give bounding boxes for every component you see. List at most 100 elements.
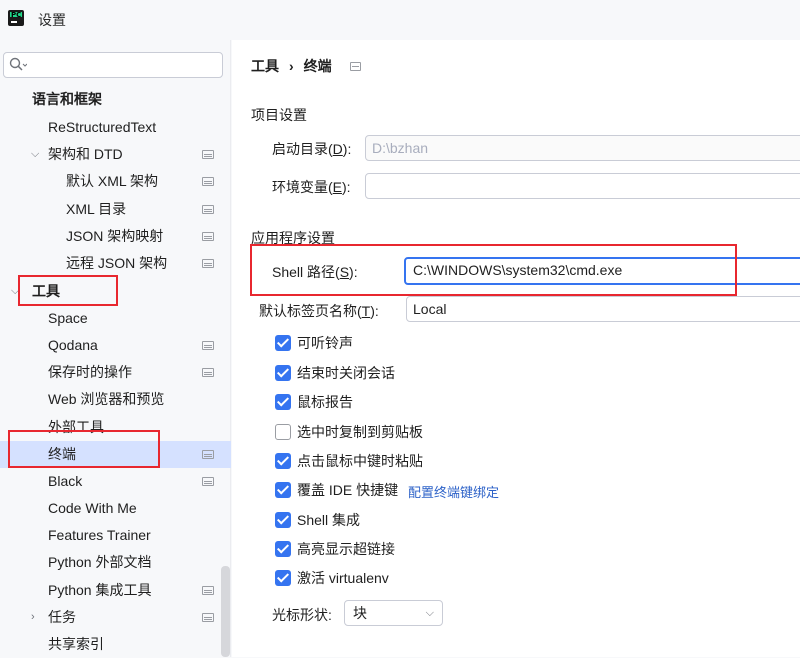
title-bar: PC 设置: [0, 0, 800, 40]
chevron-down-icon: ⌵: [425, 607, 434, 619]
checkbox-label: 激活 virtualenv: [297, 570, 389, 586]
settings-sidebar: 语言和框架 ReStructuredText ⌵ 架构和 DTD 默认 XML …: [0, 40, 231, 657]
sidebar-item-python-integrated-tools[interactable]: Python 集成工具: [0, 577, 231, 604]
checkbox-label: 点击鼠标中键时粘贴: [297, 453, 423, 469]
checkbox-checked-icon[interactable]: [275, 570, 291, 586]
project-level-icon: [350, 62, 361, 71]
sidebar-item-shared-indexes[interactable]: 共享索引: [0, 631, 231, 658]
shell-path-input[interactable]: C:\WINDOWS\system32\cmd.exe: [404, 257, 800, 285]
sidebar-item-schemas-dtd[interactable]: ⌵ 架构和 DTD: [0, 141, 231, 168]
sidebar-item-languages-frameworks[interactable]: 语言和框架: [0, 86, 231, 113]
project-settings-title: 项目设置: [251, 107, 307, 123]
sidebar-item-tools[interactable]: ⌵ 工具: [0, 278, 231, 305]
project-level-icon: [202, 232, 214, 241]
cursor-shape-label: 光标形状:: [272, 607, 332, 623]
project-level-icon: [202, 259, 214, 268]
cursor-shape-select[interactable]: 块 ⌵: [344, 600, 443, 626]
sidebar-item-label: JSON 架构映射: [66, 228, 164, 244]
sidebar-item-label: Code With Me: [48, 500, 137, 516]
project-level-icon: [202, 477, 214, 486]
sidebar-item-space[interactable]: Space: [0, 305, 231, 332]
sidebar-item-restructuredtext[interactable]: ReStructuredText: [0, 114, 231, 141]
start-directory-input[interactable]: D:\bzhan: [365, 135, 800, 161]
project-level-icon: [202, 177, 214, 186]
breadcrumb-current: 终端: [303, 58, 332, 74]
sidebar-item-label: Black: [48, 473, 83, 489]
sidebar-item-label: Qodana: [48, 337, 98, 353]
checkbox-label: Shell 集成: [297, 512, 361, 528]
sidebar-item-tasks[interactable]: › 任务: [0, 604, 231, 631]
project-level-icon: [202, 341, 214, 350]
sidebar-item-label: 保存时的操作: [48, 364, 132, 380]
default-tab-name-label: 默认标签页名称(T):: [259, 303, 379, 319]
sidebar-item-web-browsers[interactable]: Web 浏览器和预览: [0, 386, 231, 413]
search-icon: [9, 57, 27, 71]
project-level-icon: [202, 450, 214, 459]
sidebar-item-features-trainer[interactable]: Features Trainer: [0, 522, 231, 549]
chevron-right-icon[interactable]: ›: [31, 604, 35, 631]
checkbox-checked-icon[interactable]: [275, 335, 291, 351]
checkbox-label: 鼠标报告: [297, 394, 353, 410]
sidebar-item-label: Space: [48, 310, 88, 326]
sidebar-item-label: 终端: [48, 446, 76, 462]
sidebar-item-label: 工具: [32, 283, 60, 299]
sidebar-item-python-external-docs[interactable]: Python 外部文档: [0, 549, 231, 576]
checkbox-label: 选中时复制到剪贴板: [297, 424, 423, 440]
settings-content: 工具 › 终端 项目设置 启动目录(D): D:\bzhan 环境变量(E): 应用…: [232, 40, 800, 657]
sidebar-item-terminal[interactable]: 终端: [0, 441, 231, 468]
shell-path-label: Shell 路径(S):: [272, 264, 358, 280]
project-level-icon: [202, 368, 214, 377]
configure-keybindings-link[interactable]: 配置终端键绑定: [408, 482, 499, 501]
breadcrumb-separator: ›: [289, 58, 294, 74]
sidebar-item-label: 远程 JSON 架构: [66, 255, 168, 271]
sidebar-item-label: Python 集成工具: [48, 582, 152, 598]
checkbox-unchecked-icon[interactable]: [275, 424, 291, 440]
sidebar-item-black[interactable]: Black: [0, 468, 231, 495]
sidebar-item-external-tools[interactable]: 外部工具: [0, 414, 231, 441]
checkbox-checked-icon[interactable]: [275, 541, 291, 557]
sidebar-item-xml-catalog[interactable]: XML 目录: [0, 196, 231, 223]
sidebar-item-label: 共享索引: [48, 636, 104, 652]
sidebar-item-label: Web 浏览器和预览: [48, 391, 165, 407]
project-level-icon: [202, 613, 214, 622]
sidebar-item-label: Python 外部文档: [48, 554, 152, 570]
checkbox-checked-icon[interactable]: [275, 453, 291, 469]
checkbox-label: 结束时关闭会话: [297, 365, 395, 381]
sidebar-scrollbar[interactable]: [221, 566, 230, 657]
sidebar-item-default-xml-schemas[interactable]: 默认 XML 架构: [0, 168, 231, 195]
sidebar-item-json-schema-mappings[interactable]: JSON 架构映射: [0, 223, 231, 250]
breadcrumb-parent[interactable]: 工具: [251, 58, 279, 74]
chevron-down-icon[interactable]: ⌵: [11, 278, 19, 305]
cursor-shape-value: 块: [353, 605, 367, 621]
sidebar-item-qodana[interactable]: Qodana: [0, 332, 231, 359]
checkbox-checked-icon[interactable]: [275, 365, 291, 381]
start-directory-label: 启动目录(D):: [272, 141, 352, 157]
sidebar-item-label: 默认 XML 架构: [66, 173, 159, 189]
project-level-icon: [202, 150, 214, 159]
sidebar-item-label: XML 目录: [66, 201, 127, 217]
environment-variables-label: 环境变量(E):: [272, 179, 351, 195]
application-settings-title: 应用程序设置: [251, 230, 335, 246]
default-tab-name-input[interactable]: Local: [406, 296, 800, 322]
sidebar-item-label: 语言和框架: [32, 91, 102, 107]
environment-variables-input[interactable]: [365, 173, 800, 199]
checkbox-label: 可听铃声: [297, 335, 353, 351]
checkbox-checked-icon[interactable]: [275, 512, 291, 528]
sidebar-item-label: 外部工具: [48, 419, 104, 435]
checkbox-label: 覆盖 IDE 快捷键: [297, 482, 399, 498]
search-input[interactable]: [3, 52, 223, 78]
project-level-icon: [202, 586, 214, 595]
checkbox-checked-icon[interactable]: [275, 482, 291, 498]
sidebar-item-label: 任务: [48, 609, 76, 625]
pycharm-logo-icon: PC: [8, 10, 24, 26]
checkbox-checked-icon[interactable]: [275, 394, 291, 410]
checkbox-label: 高亮显示超链接: [297, 541, 395, 557]
breadcrumb: 工具 › 终端: [251, 56, 332, 76]
chevron-down-icon[interactable]: ⌵: [31, 141, 39, 168]
window-title: 设置: [38, 12, 66, 28]
sidebar-item-code-with-me[interactable]: Code With Me: [0, 495, 231, 522]
sidebar-item-label: 架构和 DTD: [48, 146, 123, 162]
sidebar-item-actions-on-save[interactable]: 保存时的操作: [0, 359, 231, 386]
sidebar-item-remote-json-schemas[interactable]: 远程 JSON 架构: [0, 250, 231, 277]
project-level-icon: [202, 205, 214, 214]
